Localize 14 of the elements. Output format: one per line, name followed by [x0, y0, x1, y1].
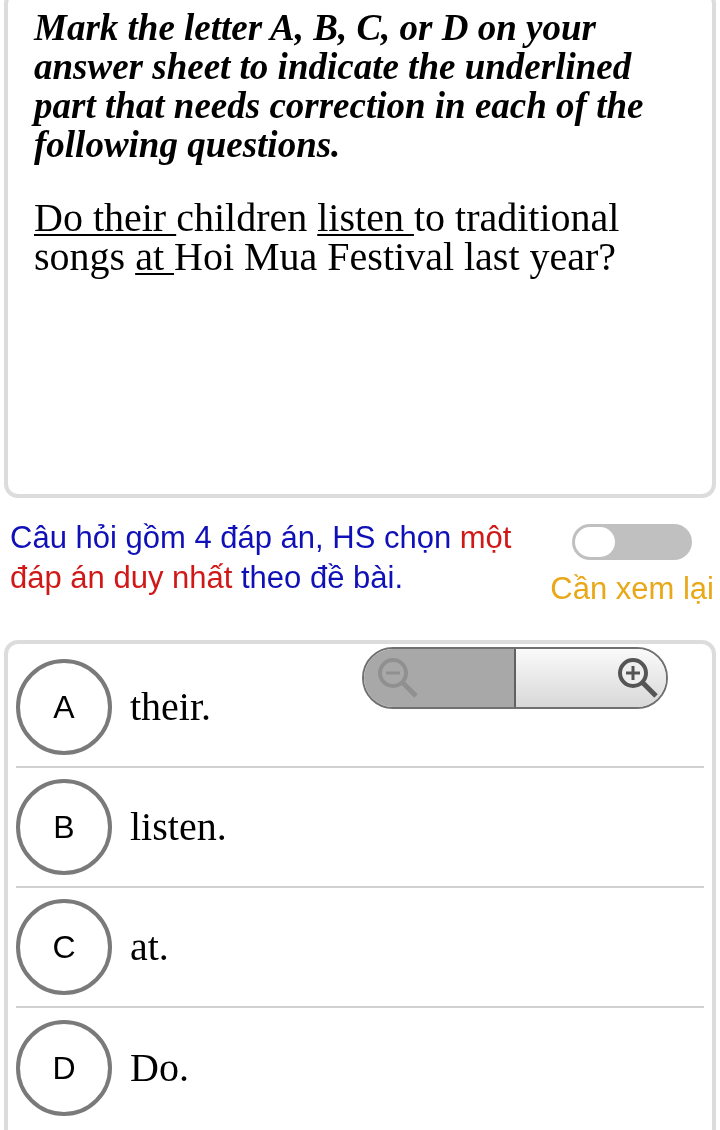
- option-text: listen.: [130, 803, 227, 851]
- review-label: Cần xem lại: [550, 570, 714, 608]
- zoom-out-icon: [376, 656, 420, 700]
- review-toggle[interactable]: [572, 524, 692, 560]
- zoom-in-icon: [616, 656, 660, 700]
- option-letter[interactable]: D: [16, 1020, 112, 1116]
- option-letter[interactable]: B: [16, 779, 112, 875]
- option-text: at.: [130, 923, 169, 971]
- option-text: Do.: [130, 1044, 189, 1092]
- hint-text: Câu hỏi gồm 4 đáp án, HS chọn một đáp án duy nhất theo đề bài.: [10, 519, 513, 597]
- zoom-in-button[interactable]: [516, 649, 666, 707]
- option-letter[interactable]: A: [16, 659, 112, 755]
- option-letter[interactable]: C: [16, 899, 112, 995]
- option-text: their.: [130, 683, 212, 731]
